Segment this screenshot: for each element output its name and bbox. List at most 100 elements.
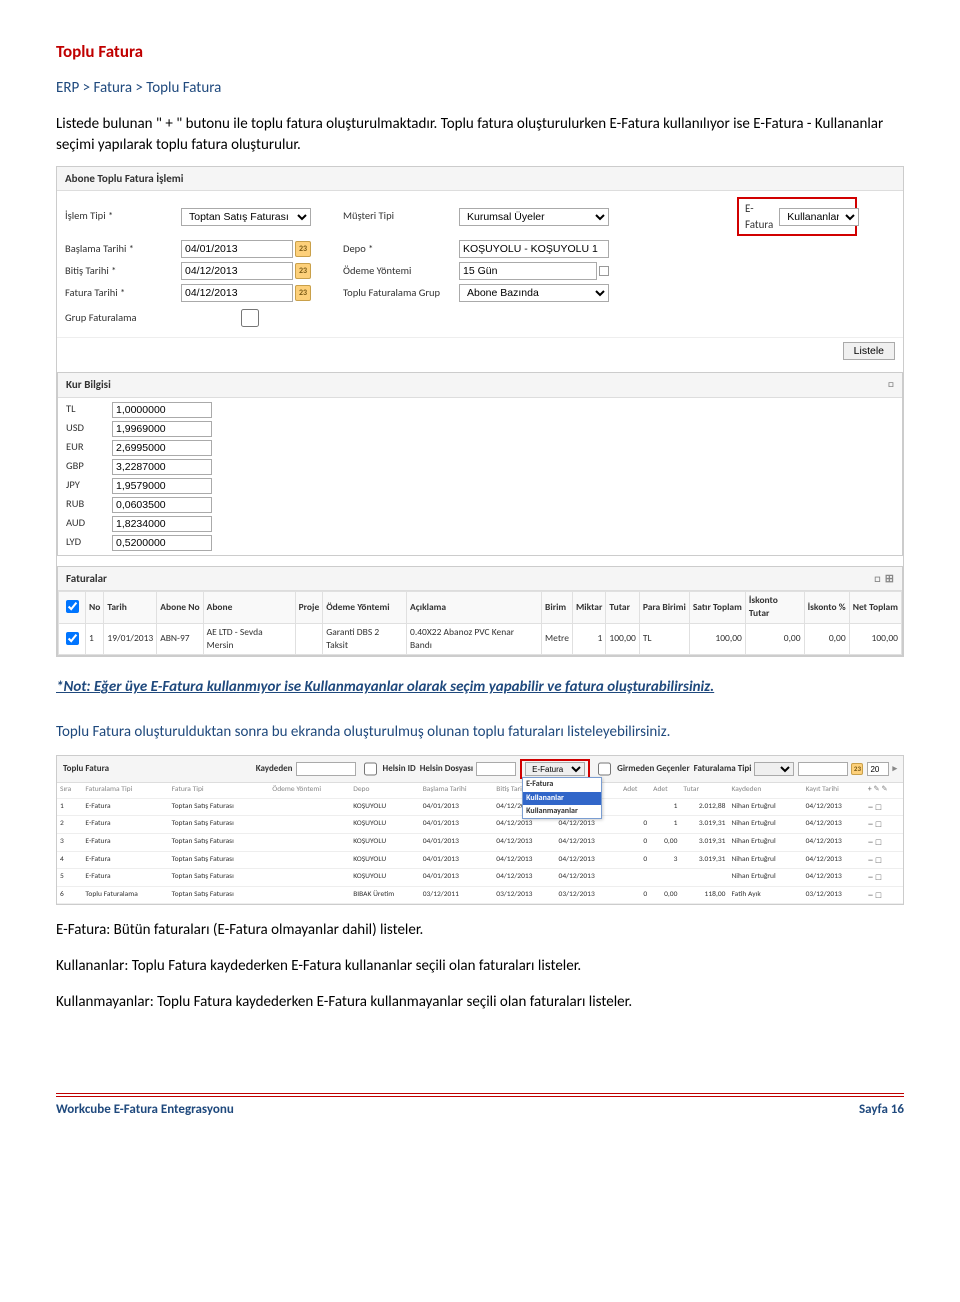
input-bitis[interactable] (181, 262, 293, 280)
input-baslama[interactable] (181, 240, 293, 258)
col-header: Abone No (157, 592, 203, 624)
calendar-icon[interactable]: 23 (295, 263, 311, 279)
select-musteri-tipi[interactable]: Kurumsal Üyeler (459, 208, 609, 226)
panel-heading: Abone Toplu Fatura İşlemi (57, 167, 903, 191)
kur-code: EUR (66, 440, 106, 455)
table-row: 4E-FaturaToptan Satış FaturasıKOŞUYOLU04… (57, 851, 903, 869)
col-header: Proje (295, 592, 323, 624)
calendar-icon[interactable]: 23 (295, 241, 311, 257)
col-header: Kayıt Tarihi (803, 783, 865, 798)
kur-heading: Kur Bilgisi (66, 377, 111, 392)
kur-value[interactable] (112, 478, 212, 494)
input-odeme[interactable] (459, 262, 597, 280)
col-header: Para Birimi (639, 592, 689, 624)
select-efatura[interactable]: Kullananlar (779, 208, 859, 226)
col-header: Net Toplam (849, 592, 901, 624)
faturalar-heading: Faturalar (66, 571, 107, 586)
action-icon[interactable]: □ (876, 872, 881, 882)
dropdown-option[interactable]: Kullanmayanlar (523, 805, 601, 818)
col-header: İskonto Tutar (745, 592, 804, 624)
delete-icon[interactable]: − (868, 890, 873, 900)
action-icon[interactable]: □ (876, 819, 881, 829)
label-odeme: Ödeme Yöntemi (343, 264, 453, 279)
dropdown-option[interactable]: Kullananlar (523, 792, 601, 805)
kur-code: AUD (66, 516, 106, 531)
calendar-icon[interactable]: 23 (295, 285, 311, 301)
label-fatura: Fatura Tarihi * (65, 286, 175, 301)
col-header: Miktar (572, 592, 605, 624)
delete-icon[interactable]: − (868, 837, 873, 847)
dropdown-option[interactable]: E-Fatura (523, 778, 601, 791)
play-icon[interactable]: ▸ (892, 763, 897, 776)
kur-value[interactable] (112, 535, 212, 551)
col-header (59, 592, 86, 624)
label-musteri-tipi: Müşteri Tipi (343, 209, 453, 224)
exp-kullanmayanlar: Kullanmayanlar: Toplu Fatura kaydederken… (56, 992, 904, 1013)
select-toplu-grup[interactable]: Abone Bazında (459, 284, 609, 302)
table-row: 2E-FaturaToptan Satış FaturasıKOŞUYOLU04… (57, 816, 903, 834)
delete-icon[interactable]: − (868, 872, 873, 882)
calendar-icon[interactable]: 23 (851, 763, 863, 775)
action-icon[interactable]: □ (876, 890, 881, 900)
col-header: Satır Toplam (689, 592, 745, 624)
action-icon[interactable]: □ (876, 837, 881, 847)
input-depo[interactable] (459, 240, 609, 258)
list-icon-2[interactable]: ⊞ (885, 572, 894, 585)
col-header: Birim (542, 592, 573, 624)
input-date-filter[interactable] (798, 762, 848, 776)
select-efatura-filter[interactable]: E-Fatura (525, 762, 585, 776)
col-header: Faturalama Tipi (82, 783, 168, 798)
col-header: Adet (650, 783, 680, 798)
add-icon[interactable]: + (868, 785, 872, 794)
table-row: 1 19/01/2013 ABN-97 AE LTD - Sevda Mersi… (59, 623, 902, 655)
action-icon[interactable]: □ (876, 855, 881, 865)
label-helsin-dosya: Helsin Dosyası (420, 763, 473, 776)
input-kaydeden[interactable] (296, 762, 356, 776)
breadcrumb: ERP > Fatura > Toplu Fatura (56, 78, 904, 99)
kur-value[interactable] (112, 497, 212, 513)
checkbox-grup-faturalama[interactable] (185, 309, 315, 327)
col-header: Fatura Tipi (169, 783, 270, 798)
select-fat-tip[interactable] (754, 762, 794, 776)
kur-value[interactable] (112, 402, 212, 418)
listele-button[interactable]: Listele (843, 342, 895, 360)
action-icon[interactable]: ✎ (873, 785, 879, 794)
list-heading: Toplu Fatura (63, 763, 109, 776)
kur-value[interactable] (112, 516, 212, 532)
table-row: 3E-FaturaToptan Satış FaturasıKOŞUYOLU04… (57, 834, 903, 852)
label-toplu-grup: Toplu Faturalama Grup (343, 286, 453, 301)
col-header: Başlama Tarihi (420, 783, 494, 798)
footer-left: Workcube E-Fatura Entegrasyonu (56, 1101, 234, 1119)
kur-code: JPY (66, 478, 106, 493)
panel-abone-toplu-fatura: Abone Toplu Fatura İşlemi İşlem Tipi * T… (56, 166, 904, 658)
efatura-filter-highlight: E-Fatura E-Fatura Kullananlar Kullanmaya… (520, 759, 590, 779)
kur-value[interactable] (112, 459, 212, 475)
footer: Workcube E-Fatura Entegrasyonu Sayfa 16 (56, 1093, 904, 1119)
label-baslama: Başlama Tarihi * (65, 242, 175, 257)
action-icon[interactable]: ✎ (881, 785, 887, 794)
input-fatura[interactable] (181, 284, 293, 302)
checkbox-girmeden[interactable] (598, 762, 611, 776)
checkbox-helsin[interactable] (364, 762, 377, 776)
delete-icon[interactable]: − (868, 819, 873, 829)
delete-icon[interactable]: − (868, 855, 873, 865)
lookup-icon[interactable] (599, 266, 609, 276)
input-helsin-dosya[interactable] (476, 762, 516, 776)
select-all-checkbox[interactable] (66, 600, 79, 613)
row-checkbox[interactable] (66, 632, 79, 645)
kur-value[interactable] (112, 440, 212, 456)
kur-value[interactable] (112, 421, 212, 437)
select-islem-tipi[interactable]: Toptan Satış Faturası (181, 208, 311, 226)
list-table: SıraFaturalama TipiFatura TipiÖdeme Yönt… (57, 783, 903, 904)
list-icon[interactable]: □ (874, 572, 881, 585)
action-icon[interactable]: □ (876, 802, 881, 812)
delete-icon[interactable]: − (868, 802, 873, 812)
expand-icon[interactable]: □ (888, 377, 894, 392)
kur-code: TL (66, 402, 106, 417)
col-header: Tutar (606, 592, 639, 624)
input-page-size[interactable] (867, 762, 889, 776)
table-row: 1E-FaturaToptan Satış FaturasıKOŞUYOLU04… (57, 798, 903, 816)
col-header: Ödeme Yöntemi (323, 592, 407, 624)
label-helsin: Helsin ID (383, 763, 416, 776)
panel-toplu-fatura-list: Toplu Fatura Kaydeden Helsin ID Helsin D… (56, 755, 904, 905)
